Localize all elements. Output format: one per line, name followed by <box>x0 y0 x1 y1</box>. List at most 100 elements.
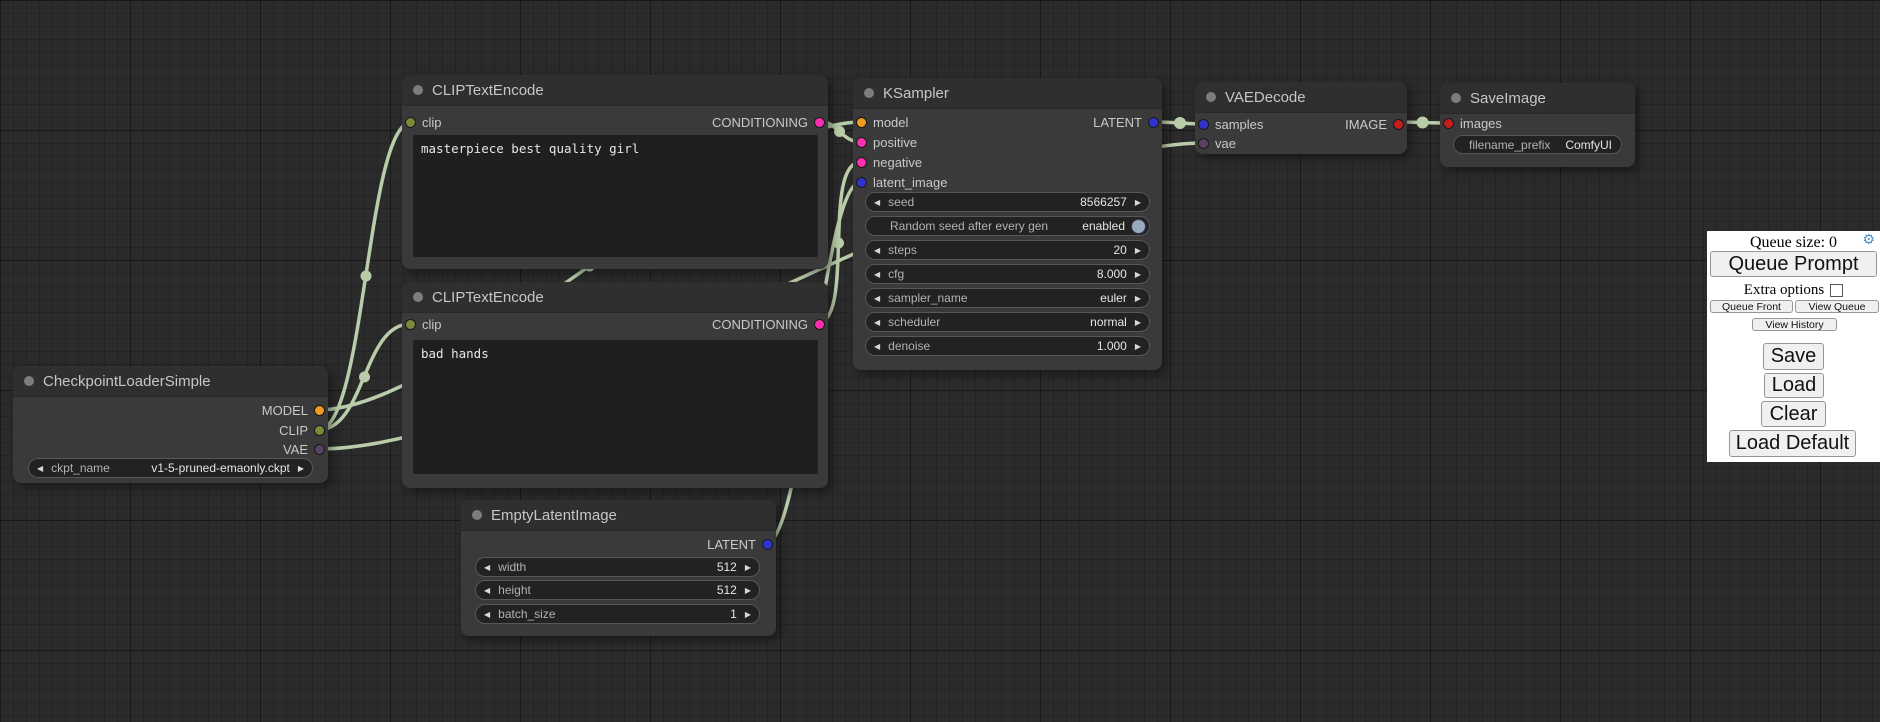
port-latent-dot[interactable] <box>1198 119 1209 130</box>
input-clip: clip <box>405 113 442 131</box>
widget-label: width <box>498 560 526 574</box>
node-title-bar[interactable]: SaveImage <box>1440 83 1635 114</box>
decrement-arrow-icon[interactable]: ◀ <box>29 464 51 473</box>
view-queue-button[interactable]: View Queue <box>1795 300 1879 313</box>
port-model-dot[interactable] <box>314 405 325 416</box>
node-title-bar[interactable]: KSampler <box>853 78 1162 109</box>
collapse-dot[interactable] <box>1206 92 1216 102</box>
output-latent: LATENT <box>1093 113 1159 131</box>
widget-seed[interactable]: ◀ seed 8566257 ▶ <box>865 192 1150 212</box>
increment-arrow-icon[interactable]: ▶ <box>1127 342 1149 351</box>
widget-filename-prefix[interactable]: filename_prefix ComfyUI <box>1453 135 1622 154</box>
decrement-arrow-icon[interactable]: ◀ <box>866 246 888 255</box>
port-clip-dot[interactable] <box>405 117 416 128</box>
collapse-dot[interactable] <box>413 85 423 95</box>
port-vae-dot[interactable] <box>1198 138 1209 149</box>
input-vae: vae <box>1198 134 1236 152</box>
port-image-dot[interactable] <box>1393 119 1404 130</box>
port-label: latent_image <box>873 175 947 190</box>
wire-clip-to-negative <box>318 324 410 430</box>
widget-batch-size[interactable]: ◀ batch_size 1 ▶ <box>475 604 760 624</box>
widget-denoise[interactable]: ◀ denoise 1.000 ▶ <box>865 336 1150 356</box>
node-clip-text-encode-negative[interactable]: CLIPTextEncode clip CONDITIONING bad han… <box>402 282 828 488</box>
widget-label: scheduler <box>888 315 940 329</box>
node-title-bar[interactable]: CLIPTextEncode <box>402 75 828 106</box>
increment-arrow-icon[interactable]: ▶ <box>1127 270 1149 279</box>
widget-height[interactable]: ◀ height 512 ▶ <box>475 580 760 600</box>
node-title: CLIPTextEncode <box>432 82 544 99</box>
node-ksampler[interactable]: KSampler model positive negative latent_… <box>853 78 1162 370</box>
port-latent-dot[interactable] <box>856 177 867 188</box>
collapse-dot[interactable] <box>1451 93 1461 103</box>
increment-arrow-icon[interactable]: ▶ <box>737 586 759 595</box>
node-title-bar[interactable]: CheckpointLoaderSimple <box>13 366 328 397</box>
decrement-arrow-icon[interactable]: ◀ <box>866 198 888 207</box>
port-image-dot[interactable] <box>1443 118 1454 129</box>
increment-arrow-icon[interactable]: ▶ <box>737 610 759 619</box>
port-latent-dot[interactable] <box>762 539 773 550</box>
port-vae-dot[interactable] <box>314 444 325 455</box>
decrement-arrow-icon[interactable]: ◀ <box>866 318 888 327</box>
load-button[interactable]: Load <box>1764 373 1824 398</box>
widget-random-seed-toggle[interactable]: Random seed after every gen enabled <box>865 216 1150 236</box>
port-conditioning-dot[interactable] <box>856 137 867 148</box>
port-conditioning-dot[interactable] <box>814 117 825 128</box>
save-button[interactable]: Save <box>1763 343 1824 370</box>
node-title-bar[interactable]: CLIPTextEncode <box>402 282 828 313</box>
increment-arrow-icon[interactable]: ▶ <box>737 563 759 572</box>
settings-gear-icon[interactable]: ⚙ <box>1862 232 1875 246</box>
port-clip-dot[interactable] <box>314 425 325 436</box>
decrement-arrow-icon[interactable]: ◀ <box>866 294 888 303</box>
port-latent-dot[interactable] <box>1148 117 1159 128</box>
port-conditioning-dot[interactable] <box>814 319 825 330</box>
output-conditioning: CONDITIONING <box>712 113 825 131</box>
node-title: CheckpointLoaderSimple <box>43 373 211 390</box>
port-label: negative <box>873 155 922 170</box>
widget-ckpt-name[interactable]: ◀ ckpt_name v1-5-pruned-emaonly.ckpt ▶ <box>28 458 313 478</box>
node-title-bar[interactable]: VAEDecode <box>1195 82 1407 113</box>
node-title-bar[interactable]: EmptyLatentImage <box>461 500 776 531</box>
graph-canvas[interactable]: CheckpointLoaderSimple MODEL CLIP VAE ◀ … <box>0 0 1880 722</box>
load-default-button[interactable]: Load Default <box>1729 430 1856 457</box>
increment-arrow-icon[interactable]: ▶ <box>1127 198 1149 207</box>
increment-arrow-icon[interactable]: ▶ <box>1127 246 1149 255</box>
widget-sampler-name[interactable]: ◀ sampler_name euler ▶ <box>865 288 1150 308</box>
toggle-enabled-dot[interactable] <box>1131 219 1146 234</box>
collapse-dot[interactable] <box>864 88 874 98</box>
increment-arrow-icon[interactable]: ▶ <box>1127 318 1149 327</box>
decrement-arrow-icon[interactable]: ◀ <box>476 586 498 595</box>
increment-arrow-icon[interactable]: ▶ <box>290 464 312 473</box>
widget-scheduler[interactable]: ◀ scheduler normal ▶ <box>865 312 1150 332</box>
output-conditioning: CONDITIONING <box>712 315 825 333</box>
collapse-dot[interactable] <box>472 510 482 520</box>
collapse-dot[interactable] <box>24 376 34 386</box>
decrement-arrow-icon[interactable]: ◀ <box>476 610 498 619</box>
extra-options-checkbox[interactable] <box>1830 284 1843 297</box>
node-vae-decode[interactable]: VAEDecode samples vae IMAGE <box>1195 82 1407 154</box>
positive-prompt-textarea[interactable]: masterpiece best quality girl <box>413 135 818 257</box>
view-history-button[interactable]: View History <box>1752 318 1837 331</box>
node-checkpoint-loader[interactable]: CheckpointLoaderSimple MODEL CLIP VAE ◀ … <box>13 366 328 483</box>
increment-arrow-icon[interactable]: ▶ <box>1127 294 1149 303</box>
widget-value: normal <box>1090 315 1127 329</box>
widget-cfg[interactable]: ◀ cfg 8.000 ▶ <box>865 264 1150 284</box>
port-conditioning-dot[interactable] <box>856 157 867 168</box>
widget-label: sampler_name <box>888 291 967 305</box>
decrement-arrow-icon[interactable]: ◀ <box>866 342 888 351</box>
widget-width[interactable]: ◀ width 512 ▶ <box>475 557 760 577</box>
collapse-dot[interactable] <box>413 292 423 302</box>
clear-button[interactable]: Clear <box>1761 401 1826 427</box>
node-empty-latent-image[interactable]: EmptyLatentImage LATENT ◀ width 512 ▶ ◀ … <box>461 500 776 636</box>
port-label: LATENT <box>707 537 756 552</box>
queue-front-button[interactable]: Queue Front <box>1710 300 1793 313</box>
node-save-image[interactable]: SaveImage images filename_prefix ComfyUI <box>1440 83 1635 167</box>
decrement-arrow-icon[interactable]: ◀ <box>866 270 888 279</box>
node-clip-text-encode-positive[interactable]: CLIPTextEncode clip CONDITIONING masterp… <box>402 75 828 269</box>
port-model-dot[interactable] <box>856 117 867 128</box>
widget-steps[interactable]: ◀ steps 20 ▶ <box>865 240 1150 260</box>
negative-prompt-textarea[interactable]: bad hands <box>413 340 818 474</box>
decrement-arrow-icon[interactable]: ◀ <box>476 563 498 572</box>
queue-prompt-button[interactable]: Queue Prompt <box>1710 251 1877 277</box>
output-image: IMAGE <box>1345 115 1404 133</box>
port-clip-dot[interactable] <box>405 319 416 330</box>
